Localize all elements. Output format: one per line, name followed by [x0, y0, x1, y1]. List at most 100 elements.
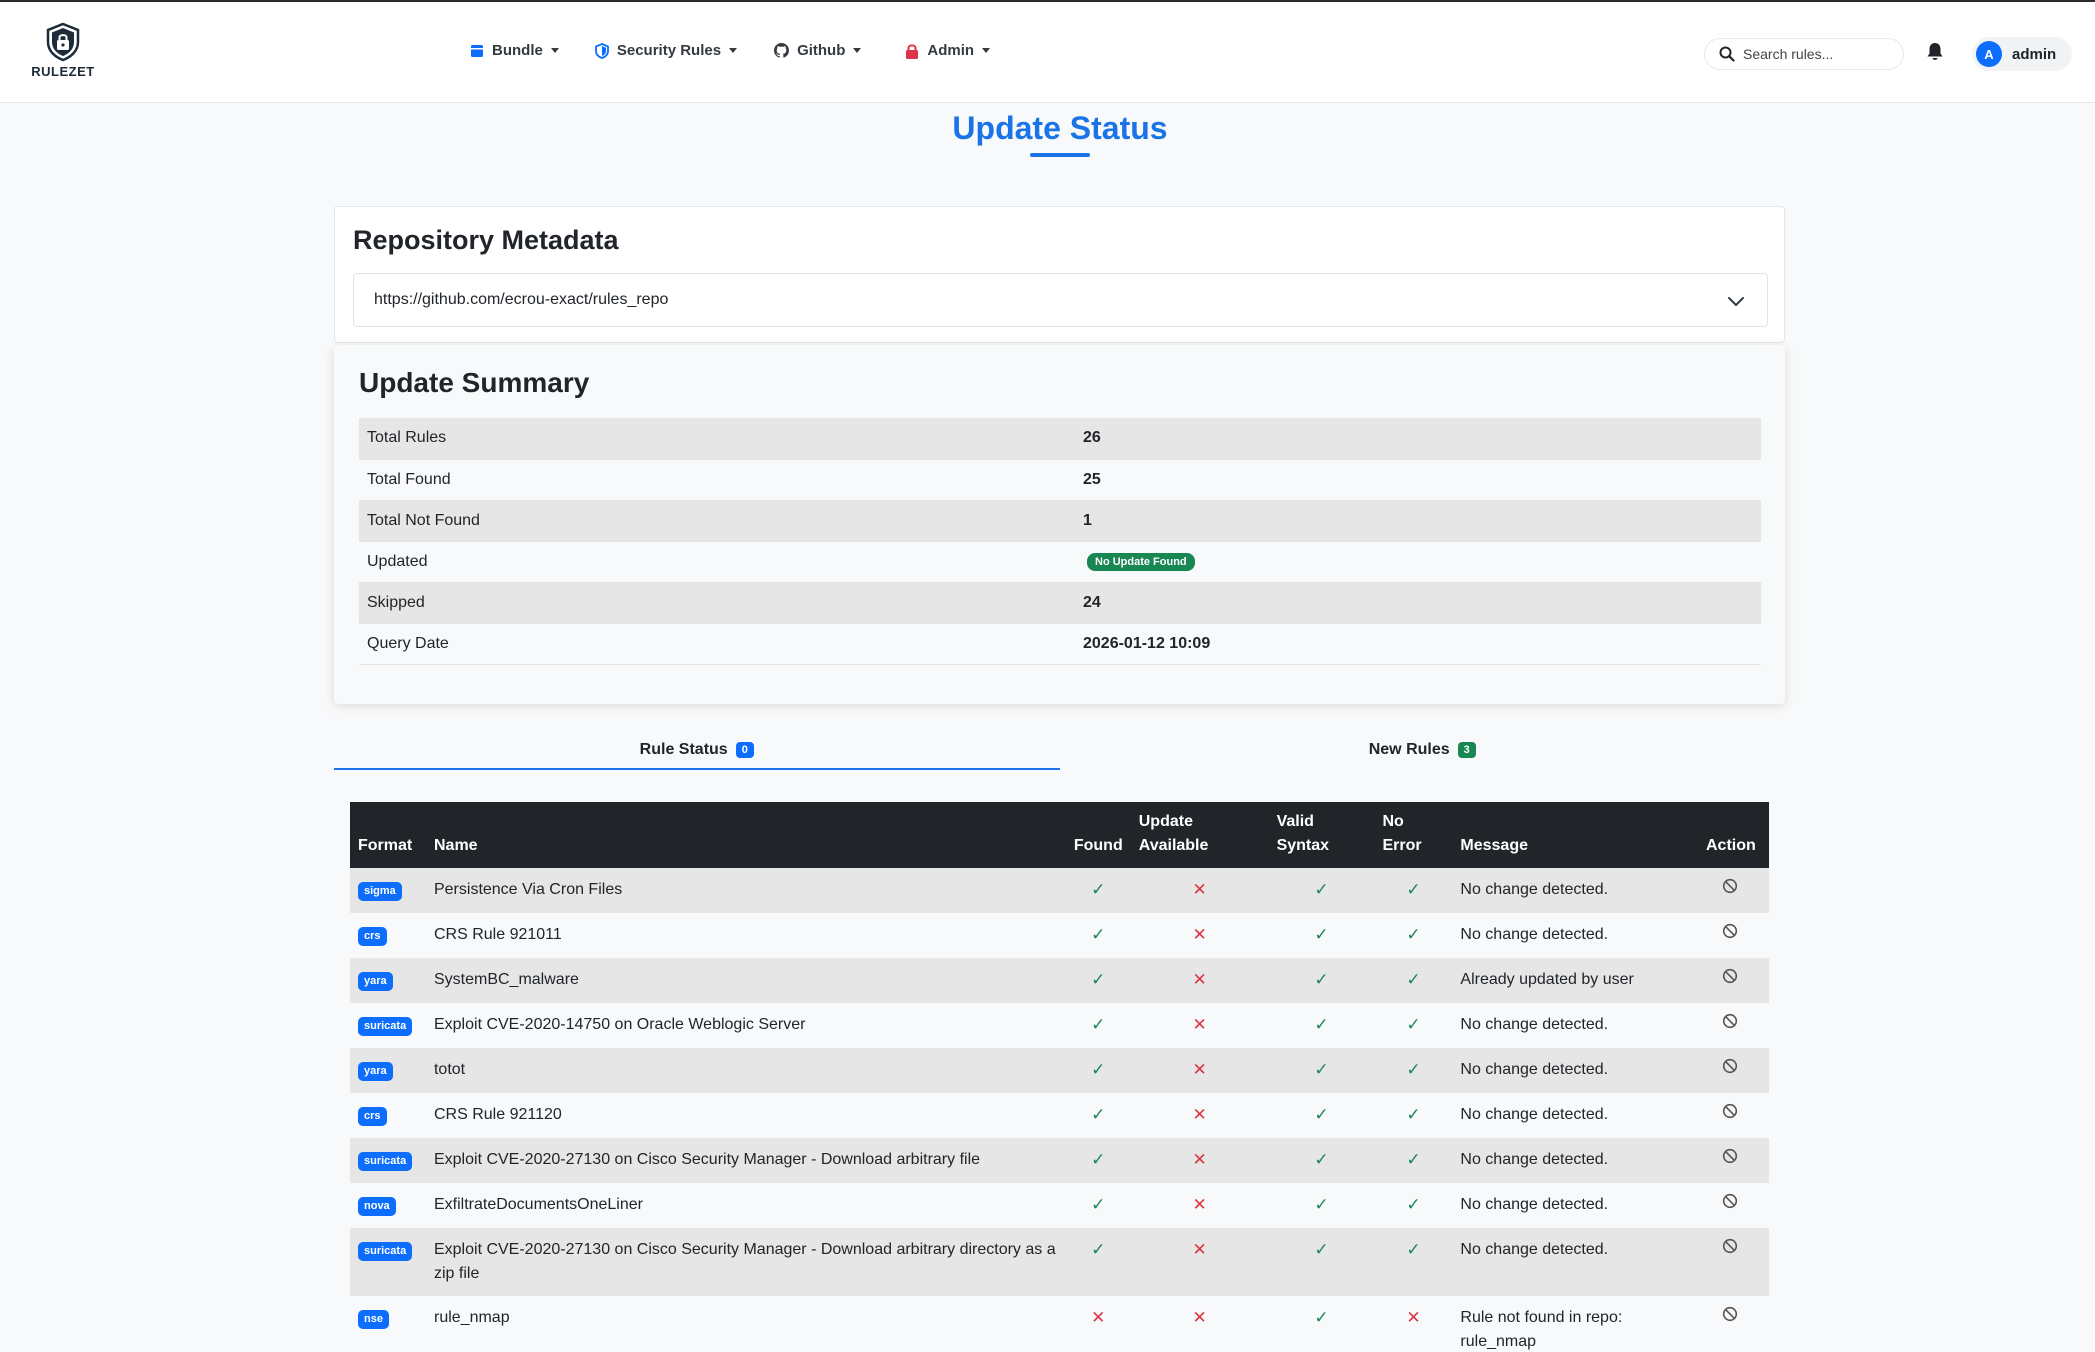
repository-metadata-heading: Repository Metadata [353, 225, 619, 255]
tab-rule-status[interactable]: Rule Status 0 [334, 730, 1060, 770]
rule-name: ExfiltrateDocumentsOneLiner [425, 1183, 1066, 1228]
check-icon: ✓ [1406, 1150, 1421, 1169]
caret-down-icon [729, 48, 738, 53]
summary-label: Skipped [359, 582, 1076, 624]
check-icon: ✓ [1406, 970, 1421, 989]
summary-label: Query Date [359, 623, 1076, 665]
ban-icon[interactable] [1722, 1148, 1738, 1172]
check-icon: ✓ [1314, 970, 1329, 989]
ban-icon[interactable] [1722, 1058, 1738, 1082]
summary-table: Total Rules 26 Total Found 25 Total Not … [359, 418, 1761, 665]
table-row: yara totot ✓ ✕ ✓ ✓ No change detected. [350, 1048, 1769, 1093]
check-icon: ✓ [1091, 925, 1106, 944]
rule-message: No change detected. [1452, 868, 1698, 913]
search-icon [1719, 46, 1735, 62]
check-icon: ✓ [1314, 1195, 1329, 1214]
nav-admin-label: Admin [927, 42, 975, 59]
ban-icon[interactable] [1722, 1013, 1738, 1037]
cross-icon: ✕ [1192, 1015, 1207, 1034]
caret-down-icon [853, 48, 862, 53]
check-icon: ✓ [1314, 1105, 1329, 1124]
check-icon: ✓ [1314, 1308, 1329, 1327]
nav-bundle-dropdown[interactable]: Bundle [470, 42, 559, 59]
rule-message: No change detected. [1452, 1003, 1698, 1048]
rule-message: Rule not found in repo: rule_nmap [1452, 1296, 1698, 1352]
rule-name: Exploit CVE-2020-14750 on Oracle Weblogi… [425, 1003, 1066, 1048]
ban-icon[interactable] [1722, 1103, 1738, 1127]
col-format: Format [350, 802, 426, 868]
summary-value: 2026-01-12 10:09 [1076, 623, 1761, 665]
summary-label: Total Found [359, 459, 1076, 501]
check-icon: ✓ [1314, 880, 1329, 899]
cross-icon: ✕ [1192, 925, 1207, 944]
nav-github-label: Github [797, 42, 846, 59]
summary-row-skipped: Skipped 24 [359, 582, 1761, 624]
col-found: Found [1065, 802, 1131, 868]
col-update-available: Update Available [1130, 802, 1269, 868]
brand-name: RULEZET [31, 64, 95, 79]
col-name: Name [425, 802, 1066, 868]
check-icon: ✓ [1406, 925, 1421, 944]
box-icon [471, 45, 483, 57]
table-row: suricata Exploit CVE-2020-14750 on Oracle… [350, 1003, 1769, 1048]
rule-message: No change detected. [1452, 1093, 1698, 1138]
format-badge: nova [358, 1197, 396, 1216]
check-icon: ✓ [1091, 1105, 1106, 1124]
notifications-button[interactable] [1926, 42, 1944, 67]
ban-icon[interactable] [1722, 1238, 1738, 1262]
summary-value: 24 [1076, 582, 1761, 624]
summary-label: Total Rules [359, 418, 1076, 460]
col-message: Message [1452, 802, 1698, 868]
cross-icon: ✕ [1192, 880, 1207, 899]
table-row: nse rule_nmap ✕ ✕ ✓ ✕ Rule not found in repo: … [350, 1296, 1769, 1352]
summary-label: Total Not Found [359, 500, 1076, 542]
nav-security-rules-dropdown[interactable]: Security Rules [594, 42, 738, 59]
search-box[interactable] [1704, 38, 1904, 70]
nav-admin-dropdown[interactable]: Admin [905, 42, 991, 59]
summary-row-query-date: Query Date 2026-01-12 10:09 [359, 623, 1761, 665]
check-icon: ✓ [1314, 1150, 1329, 1169]
caret-down-icon [550, 48, 559, 53]
shield-lock-logo-icon [46, 22, 80, 62]
rule-message: No change detected. [1452, 1048, 1698, 1093]
check-icon: ✓ [1091, 1240, 1106, 1259]
user-name: admin [2012, 45, 2057, 63]
ban-icon[interactable] [1722, 1306, 1738, 1330]
format-badge: yara [358, 1062, 393, 1081]
rule-message: No change detected. [1452, 1183, 1698, 1228]
ban-icon[interactable] [1722, 968, 1738, 992]
ban-icon[interactable] [1722, 878, 1738, 902]
ban-icon[interactable] [1722, 923, 1738, 947]
rule-name: totot [425, 1048, 1066, 1093]
col-action: Action [1697, 802, 1769, 868]
check-icon: ✓ [1314, 1060, 1329, 1079]
status-badge: No Update Found [1087, 553, 1195, 571]
check-icon: ✓ [1406, 1060, 1421, 1079]
tab-count-badge: 3 [1457, 742, 1476, 758]
nav-github-dropdown[interactable]: Github [774, 42, 862, 59]
check-icon: ✓ [1314, 925, 1329, 944]
nav-security-rules-label: Security Rules [616, 42, 722, 59]
brand-logo[interactable]: RULEZET [28, 22, 98, 79]
check-icon: ✓ [1314, 1240, 1329, 1259]
cross-icon: ✕ [1091, 1308, 1106, 1327]
check-icon: ✓ [1091, 1015, 1106, 1034]
ban-icon[interactable] [1722, 1193, 1738, 1217]
check-icon: ✓ [1406, 1240, 1421, 1259]
summary-value: 26 [1076, 418, 1761, 460]
repository-select-value: https://github.com/ecrou-exact/rules_rep… [374, 291, 669, 308]
table-row: sigma Persistence Via Cron Files ✓ ✕ ✓ ✓ No ch… [350, 868, 1769, 913]
format-badge: sigma [358, 882, 402, 901]
repository-select[interactable]: https://github.com/ecrou-exact/rules_rep… [353, 273, 1768, 327]
format-badge: crs [358, 927, 387, 946]
repository-metadata-card: Repository Metadata https://github.com/e… [334, 206, 1785, 343]
cross-icon: ✕ [1192, 1308, 1207, 1327]
format-badge: suricata [358, 1242, 413, 1261]
check-icon: ✓ [1406, 1195, 1421, 1214]
cross-icon: ✕ [1192, 970, 1207, 989]
user-menu[interactable]: A admin [1972, 37, 2072, 71]
rule-name: CRS Rule 921011 [425, 913, 1066, 958]
tab-new-rules[interactable]: New Rules 3 [1060, 730, 1786, 770]
search-input[interactable] [1743, 46, 1893, 62]
rule-name: Exploit CVE-2020-27130 on Cisco Security… [425, 1228, 1066, 1296]
